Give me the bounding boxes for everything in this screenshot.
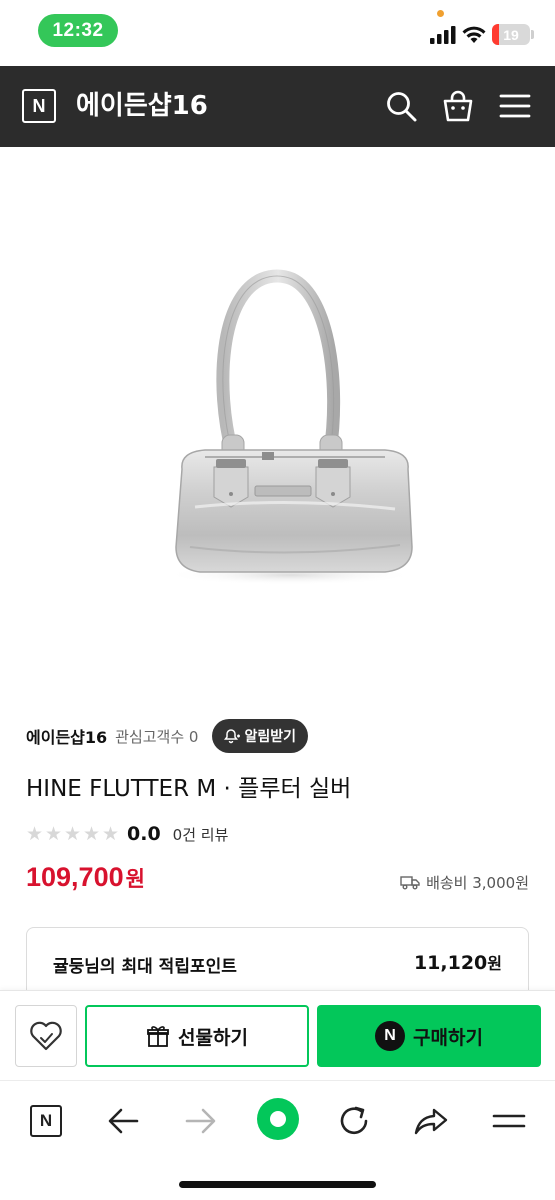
product-price: 109,700	[26, 862, 124, 892]
silver-bag-image	[165, 269, 415, 585]
product-image[interactable]	[0, 147, 555, 702]
refresh-icon[interactable]	[334, 1101, 374, 1141]
gift-icon	[147, 1026, 169, 1047]
shipping-fee: 배송비 3,000원	[426, 873, 529, 892]
back-arrow-icon[interactable]	[103, 1101, 143, 1141]
naver-logo-icon[interactable]: N	[22, 89, 56, 123]
buy-button[interactable]: N 구매하기	[317, 1005, 541, 1067]
store-info-row: 에이든샵16 관심고객수 0 알림받기	[26, 718, 308, 754]
points-value: 11,120원	[414, 950, 502, 974]
green-dot-icon[interactable]	[256, 1097, 300, 1141]
shipping-info: 배송비 3,000원	[400, 870, 529, 894]
heart-icon	[30, 1021, 62, 1051]
star-icon: ★	[83, 822, 101, 845]
points-unit: 원	[487, 954, 502, 973]
privacy-dot-indicator	[437, 10, 444, 17]
wifi-icon	[462, 26, 486, 43]
bell-plus-icon	[224, 729, 241, 744]
price-row: 109,700 원	[26, 862, 145, 902]
purchase-action-bar: 선물하기 N 구매하기	[0, 990, 555, 1080]
gift-button-label: 선물하기	[178, 1026, 248, 1049]
battery-icon: 19	[492, 24, 530, 45]
battery-cap	[531, 30, 534, 39]
home-indicator[interactable]	[179, 1181, 376, 1188]
cellular-signal-icon	[430, 26, 456, 44]
wishlist-button[interactable]	[15, 1005, 77, 1067]
browser-menu-icon[interactable]	[489, 1101, 529, 1141]
interest-count: 관심고객수 0	[115, 727, 199, 746]
points-amount: 11,120	[413, 952, 488, 974]
store-title[interactable]: 에이든샵16	[76, 87, 208, 125]
forward-arrow-icon[interactable]	[181, 1101, 221, 1141]
points-label: 귤둥님의 최대 적립포인트	[53, 957, 237, 977]
shopping-bag-icon[interactable]	[441, 89, 475, 123]
rating-stars: ★ ★ ★ ★ ★	[26, 822, 121, 845]
n-home-logo: N	[30, 1105, 62, 1137]
naver-pay-icon: N	[375, 1021, 406, 1051]
rating-score: 0.0	[127, 823, 161, 845]
store-name[interactable]: 에이든샵16	[26, 724, 107, 748]
notify-button[interactable]: 알림받기	[212, 719, 308, 753]
battery-level: 19	[503, 26, 519, 43]
gift-button[interactable]: 선물하기	[85, 1005, 309, 1067]
search-icon[interactable]	[384, 89, 418, 123]
price-unit: 원	[125, 867, 145, 891]
product-title: HINE FLUTTER M · 플루터 실버	[26, 776, 352, 802]
star-icon: ★	[45, 822, 63, 845]
review-count[interactable]: 0건 리뷰	[173, 824, 229, 845]
menu-icon[interactable]	[498, 89, 532, 123]
status-time: 12:32	[38, 14, 118, 47]
share-icon[interactable]	[411, 1101, 451, 1141]
star-icon: ★	[102, 822, 120, 845]
buy-button-label: 구매하기	[413, 1026, 483, 1049]
n-home-icon[interactable]: N	[26, 1101, 66, 1141]
truck-icon	[400, 876, 420, 890]
rating-row[interactable]: ★ ★ ★ ★ ★ 0.0 0건 리뷰	[26, 820, 228, 848]
store-header: N 에이든샵16	[0, 66, 555, 147]
star-icon: ★	[64, 822, 82, 845]
notify-button-label: 알림받기	[244, 729, 296, 745]
status-bar: 12:32 19	[0, 0, 555, 66]
star-icon: ★	[26, 822, 44, 845]
